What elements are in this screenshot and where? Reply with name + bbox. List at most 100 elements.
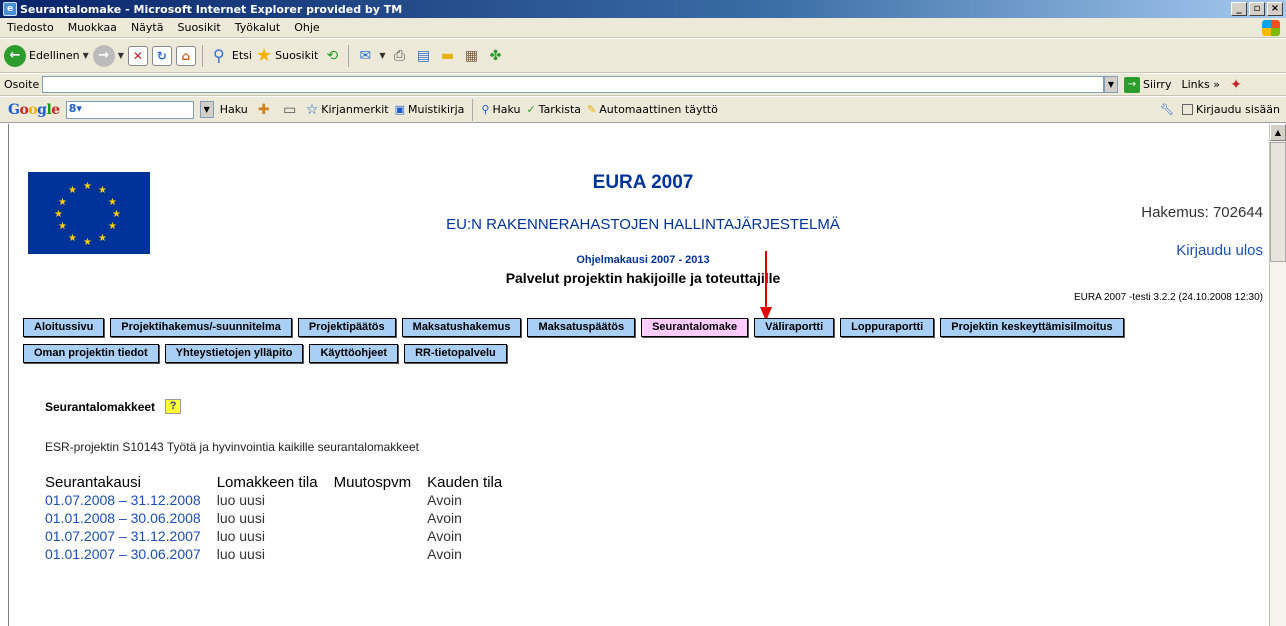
period-state: Avoin [427,492,462,508]
table-header-row: Seurantakausi Lomakkeen tila Muutospvm K… [43,474,516,491]
spellcheck-button[interactable]: ✓ Tarkista [526,103,581,116]
go-arrow-icon: → [1124,76,1140,93]
scroll-up-icon[interactable]: ▲ [1270,124,1286,141]
edit-icon[interactable]: ▤ [413,46,433,66]
chevron-down-icon[interactable]: ▼ [83,51,89,60]
minimize-button[interactable]: _ [1231,2,1247,16]
red-arrow-annotation [760,251,772,321]
nav-valiraportti[interactable]: Väliraportti [754,318,835,337]
bookmarks-label: Kirjanmerkit [321,103,389,116]
vertical-scrollbar[interactable]: ▲ [1269,124,1286,626]
help-icon[interactable]: ? [165,399,182,414]
chevron-down-icon[interactable]: ▼ [1104,76,1118,93]
changed-date [332,491,426,509]
nav-aloitussivu[interactable]: Aloitussivu [23,318,105,337]
period-link[interactable]: 01.07.2008 – 31.12.2008 [43,491,215,509]
close-button[interactable]: × [1267,2,1283,16]
research-icon[interactable]: ▦ [461,46,481,66]
history-icon[interactable]: ⟲ [322,46,342,66]
messenger-icon[interactable]: ✤ [485,46,505,66]
spellcheck-label: Tarkista [538,103,582,116]
toolbar-separator [348,44,350,67]
maximize-button[interactable]: ▫ [1249,2,1265,16]
google-search-button[interactable]: Haku [220,103,248,116]
search-button[interactable]: ⚲ Etsi [209,46,252,66]
menu-file[interactable]: Tiedosto [0,21,61,34]
print-icon[interactable]: ⎙ [389,46,409,66]
column-header: Seurantakausi [45,474,141,491]
tools-icon[interactable]: ✦ [1226,75,1246,95]
logout-link[interactable]: Kirjaudu ulos [1176,242,1263,259]
favorites-label: Suosikit [275,49,319,62]
wrench-icon[interactable]: 🔧︎ [1160,103,1174,116]
nav-oman-projektin-tiedot[interactable]: Oman projektin tiedot [23,344,159,363]
haku-label: Haku [492,103,521,116]
period-link[interactable]: 01.01.2008 – 30.06.2008 [43,509,215,527]
autofill-button[interactable]: ✎ Automaattinen täyttö [587,103,718,116]
period-link[interactable]: 01.01.2007 – 30.06.2007 [43,545,215,563]
menu-tools[interactable]: Työkalut [228,21,288,34]
back-arrow-icon: ← [4,44,26,67]
nav-keskeyttamisilmoitus[interactable]: Projektin keskeyttämisilmoitus [940,318,1124,337]
period-link[interactable]: 01.07.2007 – 31.12.2007 [43,527,215,545]
nav-projektihakemus[interactable]: Projektihakemus/-suunnitelma [110,318,292,337]
autofill-label: Automaattinen täyttö [599,103,718,116]
nav-maksatuspaatos[interactable]: Maksatuspäätös [527,318,636,337]
menu-help[interactable]: Ohje [287,21,326,34]
notes-icon[interactable]: ▬ [437,46,457,66]
address-bar: Osoite ▼ → Siirry Links » ✦ [0,74,1286,96]
menu-view[interactable]: Näytä [124,21,171,34]
menu-favorites[interactable]: Suosikit [170,21,227,34]
google-logo[interactable]: Google [8,102,60,118]
version-info: EURA 2007 -testi 3.2.2 (24.10.2008 12:30… [1073,292,1263,303]
menu-bar: Tiedosto Muokkaa Näytä Suosikit Työkalut… [0,18,1286,38]
table-row: 01.07.2007 – 31.12.2007 luo uusi Avoin [43,527,516,545]
nav-rr-tietopalvelu[interactable]: RR-tietopalvelu [404,344,507,363]
favorites-button[interactable]: ★ Suosikit [256,45,318,66]
magnifier-icon: ⚲ [481,103,490,116]
stop-icon[interactable]: ✕ [127,45,148,66]
menu-edit[interactable]: Muokkaa [61,21,124,34]
go-button[interactable]: → Siirry [1124,76,1171,93]
form-state: luo uusi [216,546,265,562]
ie-icon: e [3,2,17,16]
scroll-thumb[interactable] [1270,142,1286,262]
period-state: Avoin [427,510,462,526]
table-row: 01.01.2008 – 30.06.2008 luo uusi Avoin [43,509,516,527]
notebook-label: Muistikirja [408,103,465,116]
popup-blocker-icon[interactable]: ▭ [280,100,300,120]
bookmarks-button[interactable]: ☆ Kirjanmerkit [306,102,389,118]
back-button[interactable]: ← Edellinen ▼ [4,44,89,67]
address-input[interactable] [42,76,1104,93]
forward-button[interactable]: → ▼ [92,44,124,67]
nav-kayttoohjeet[interactable]: Käyttöohjeet [309,344,399,363]
nav-maksatushakemus[interactable]: Maksatushakemus [401,318,522,337]
chevron-down-icon[interactable]: ▼ [199,101,214,118]
nav-seurantalomake[interactable]: Seurantalomake [641,318,749,337]
google-search-label: Haku [219,103,248,116]
form-state: luo uusi [216,492,265,508]
links-button[interactable]: Links » [1181,78,1220,91]
address-label: Osoite [4,78,40,91]
search-icon: ⚲ [213,46,225,65]
haku-button[interactable]: ⚲ Haku [481,103,520,116]
autofill-icon: ✎ [587,103,597,116]
home-icon[interactable]: ⌂ [175,45,196,66]
nav-yhteystietojen-yllapito[interactable]: Yhteystietojen ylläpito [164,344,304,363]
star-outline-icon: ☆ [305,101,319,118]
chevron-down-icon[interactable]: ▼ [379,51,385,60]
page-subtitle: EU:N RAKENNERAHASTOJEN HALLINTAJÄRJESTEL… [446,216,840,233]
spellcheck-icon: ✓ [526,103,536,116]
star-icon: ★ [255,45,273,66]
google-search-input[interactable]: 8▾ [65,100,194,119]
refresh-icon[interactable]: ↻ [151,45,172,66]
puzzle-icon[interactable]: ✚ [254,100,274,120]
chevron-down-icon[interactable]: ▼ [118,51,124,60]
mail-icon[interactable]: ✉ [355,46,375,66]
nav-loppuraportti[interactable]: Loppuraportti [840,318,935,337]
signin-button[interactable]: Kirjaudu sisään [1182,103,1280,116]
column-header: Muutospvm [333,474,412,491]
project-description: ESR-projektin S10143 Työtä ja hyvinvoint… [45,440,419,454]
notebook-button[interactable]: ▣ Muistikirja [395,103,465,116]
nav-projektipaatos[interactable]: Projektipäätös [297,318,396,337]
